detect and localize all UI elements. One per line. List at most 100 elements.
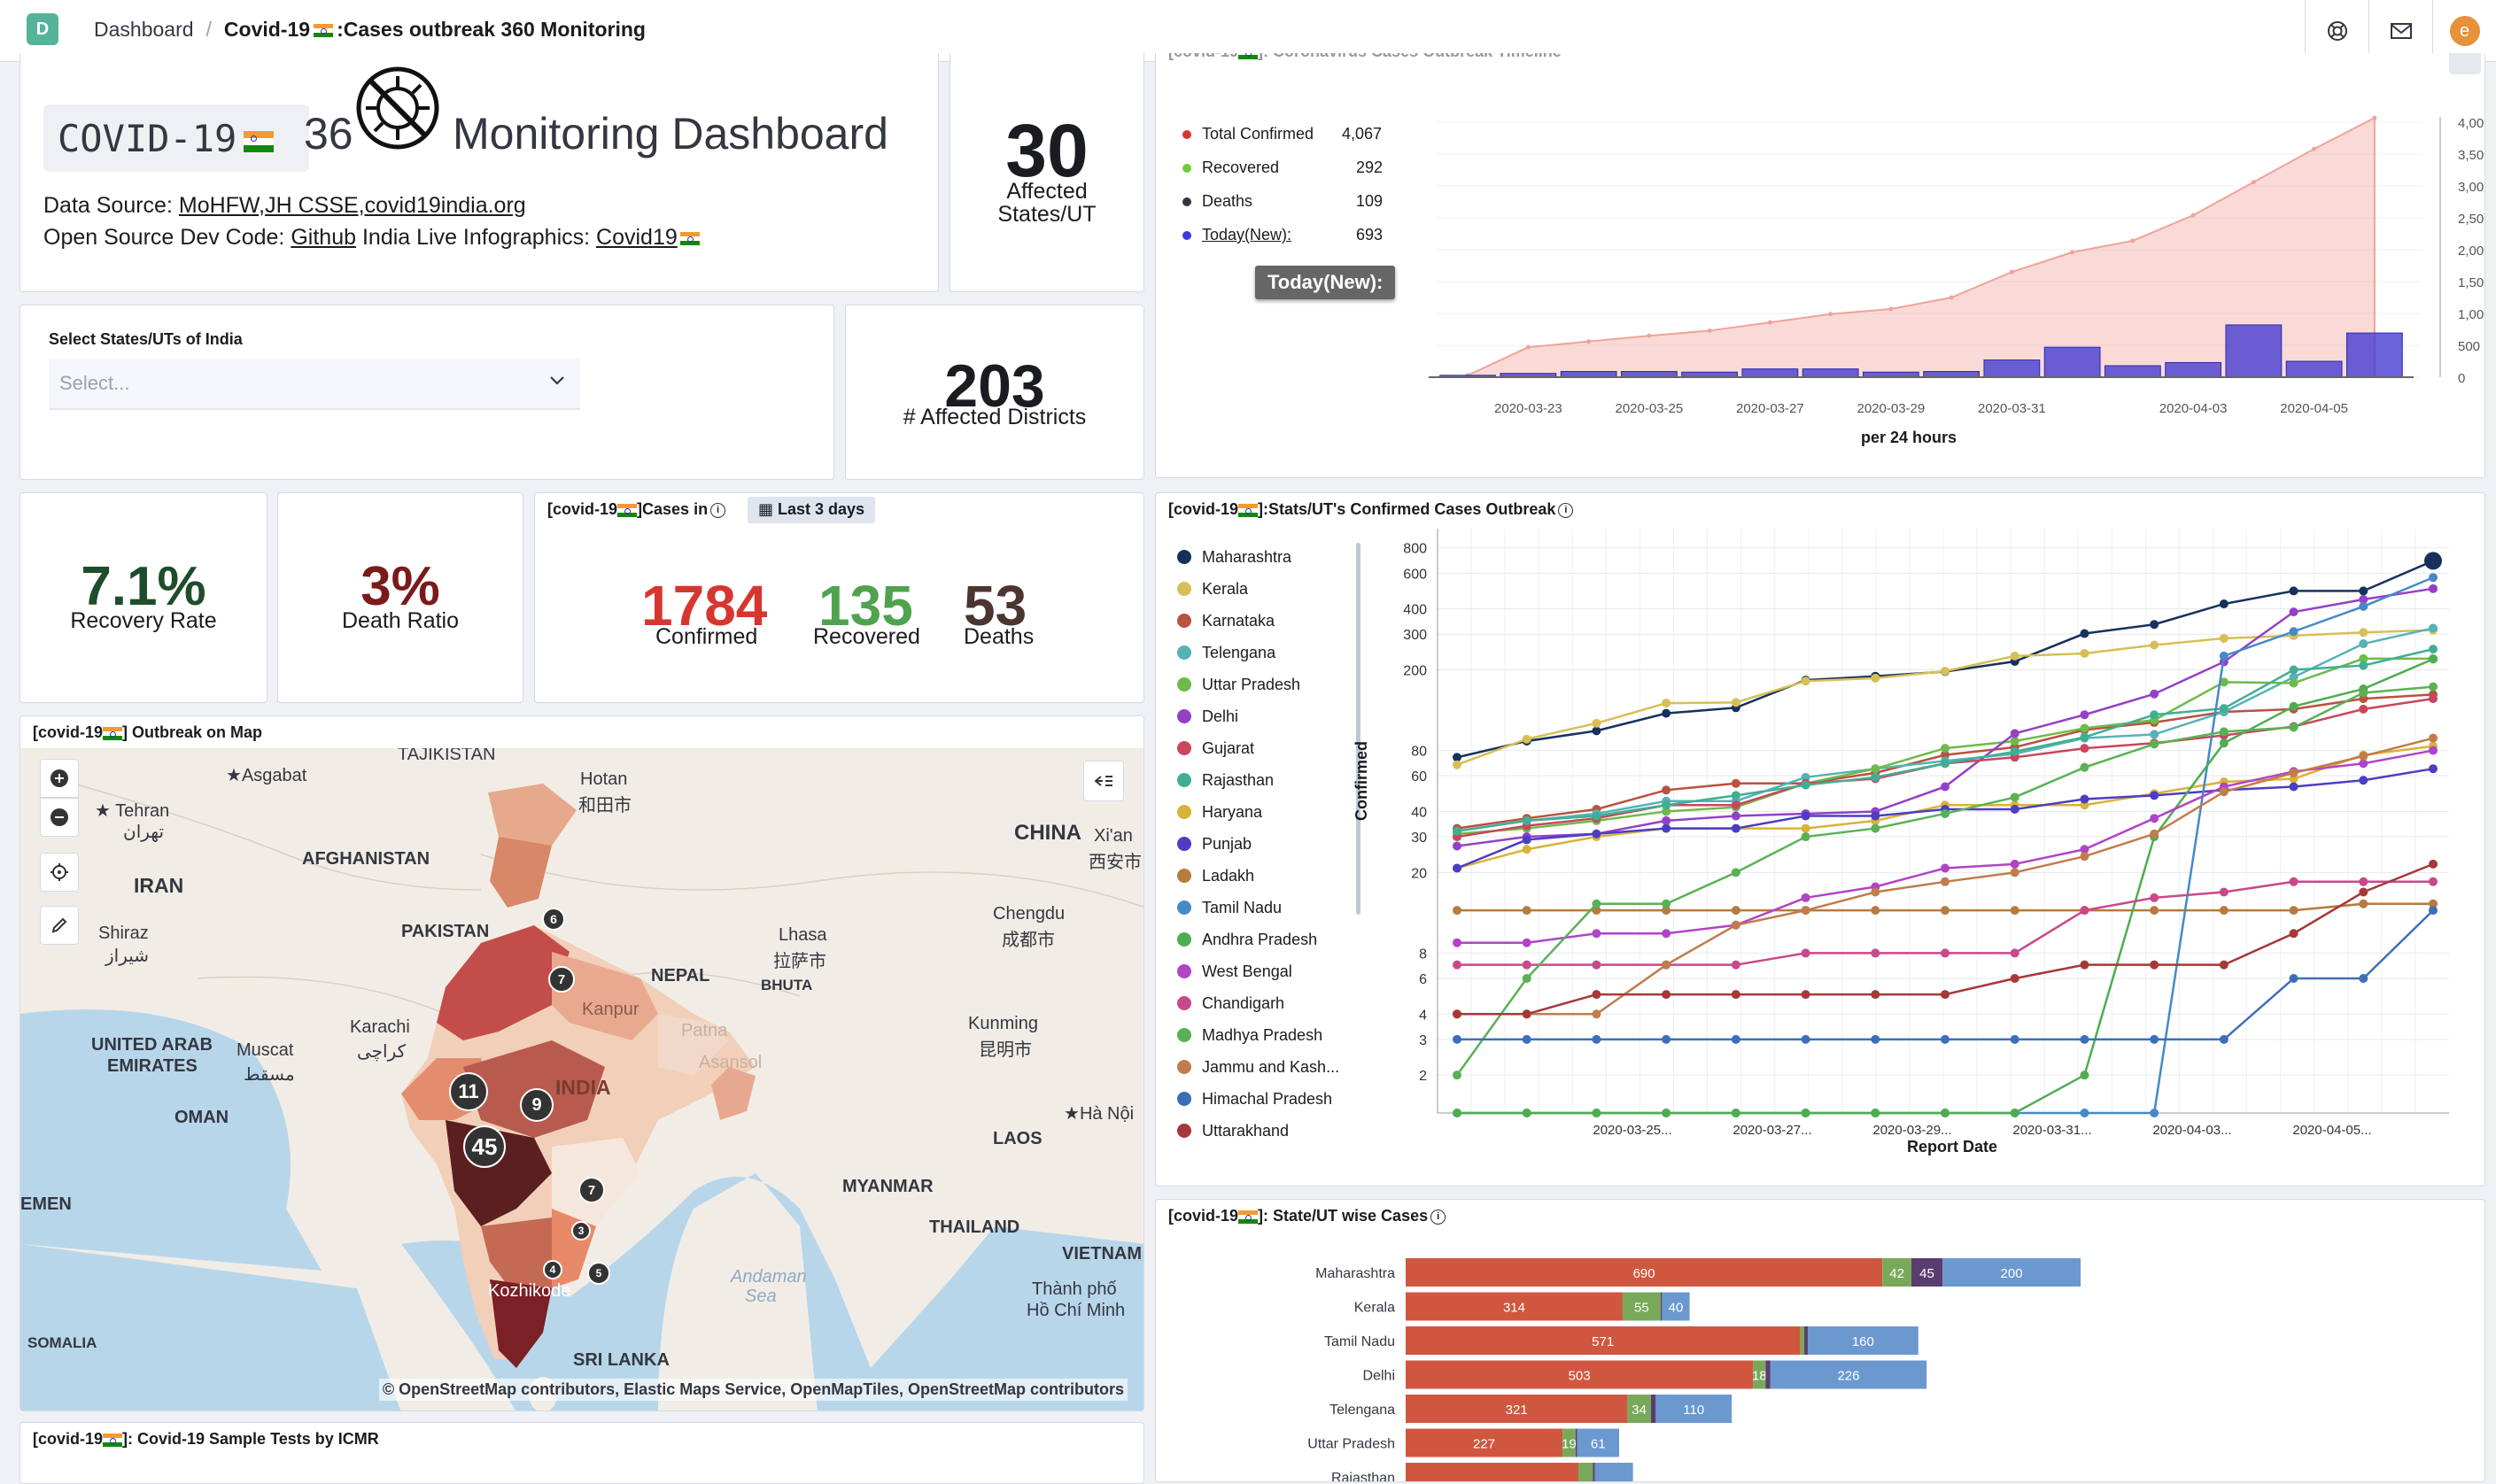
total-confirmed-point <box>1586 339 1592 344</box>
series-point <box>1453 760 1461 769</box>
map-label-tajikistan: TAJIKISTAN <box>398 748 496 764</box>
state-select-combobox[interactable]: Select... <box>49 359 580 410</box>
x-tick-label: 2020-03-25... <box>1593 1123 1671 1138</box>
series-point <box>2359 899 2368 908</box>
map-cluster[interactable]: 9 <box>520 1088 554 1122</box>
series-point <box>1871 811 1880 821</box>
series-point <box>1592 829 1601 839</box>
map-label-xian-cn: 西安市 <box>1089 853 1142 872</box>
series-point <box>1522 906 1531 916</box>
draw-tool-button[interactable] <box>40 906 79 945</box>
today-new-bar <box>2043 346 2101 378</box>
zoom-out-button[interactable] <box>40 798 79 837</box>
series-point <box>1592 718 1601 728</box>
series-point <box>2359 704 2368 714</box>
series-point <box>2150 814 2159 823</box>
series-point <box>1871 772 1880 782</box>
map-cluster[interactable]: 6 <box>542 908 565 931</box>
today-new-bar <box>1741 368 1799 378</box>
y-tick-label: 2 <box>1419 1069 1427 1084</box>
map-canvas[interactable]: TAJIKISTAN ★Asgabat ★ Tehran تهران Hotan… <box>20 748 1143 1411</box>
map-label-uae2: EMIRATES <box>107 1056 198 1076</box>
series-point <box>1801 1109 1810 1117</box>
x-tick-label: 2020-03-27 <box>1736 401 1804 416</box>
covid19-link[interactable]: Covid19 <box>596 225 700 250</box>
bar-value-label: 34 <box>1632 1403 1647 1418</box>
map-label-uae1: UNITED ARAB <box>91 1035 213 1055</box>
series-point <box>1801 990 1810 1000</box>
series-point <box>1522 973 1531 983</box>
y-tick-label: 4 <box>1419 1008 1427 1023</box>
series-point <box>1592 811 1601 821</box>
series-point <box>1801 906 1810 916</box>
series-point <box>1941 744 1950 754</box>
series-point <box>1592 726 1601 736</box>
series-point <box>2219 787 2229 797</box>
map-cluster[interactable]: 11 <box>449 1072 488 1111</box>
zoom-in-button[interactable] <box>40 759 79 798</box>
series-point <box>2010 906 2019 916</box>
death-ratio-panel: 3% Death Ratio <box>277 492 523 703</box>
series-point <box>2359 628 2368 638</box>
map-cluster[interactable]: 7 <box>578 1177 605 1203</box>
series-point <box>2289 607 2298 617</box>
github-link[interactable]: Github <box>291 225 356 250</box>
series-point <box>1592 1034 1601 1044</box>
series-point <box>1801 948 1810 958</box>
series-point <box>2150 960 2159 970</box>
series-point <box>1941 877 1950 886</box>
panel-title: [covid-19]Cases in i <box>547 500 726 519</box>
series-point <box>1453 1009 1461 1019</box>
series-point <box>1731 811 1740 821</box>
series-point <box>1871 1034 1880 1044</box>
y-tick-label: 800 <box>1403 542 1427 557</box>
series-point <box>1453 1070 1461 1080</box>
bar-segment <box>1594 1463 1633 1481</box>
bar-segment <box>1660 1292 1663 1321</box>
series-point <box>1801 893 1810 902</box>
map-label-nepal: NEPAL <box>651 966 710 985</box>
series-point <box>2289 877 2298 886</box>
map-cluster[interactable]: 5 <box>587 1262 610 1285</box>
series-point <box>1592 960 1601 970</box>
header-title: Monitoring Dashboard <box>453 109 888 158</box>
map-cluster[interactable]: 3 <box>571 1221 591 1241</box>
series-point <box>1522 1009 1531 1019</box>
bar-value-label: 40 <box>1669 1301 1684 1316</box>
map-cluster[interactable]: 45 <box>463 1125 506 1168</box>
y-tick-label: 2,000 <box>2458 243 2485 259</box>
y-tick-label: 300 <box>1403 628 1427 643</box>
series-point <box>1592 1009 1601 1019</box>
series-point <box>2289 701 2298 711</box>
death-ratio-label: Death Ratio <box>341 608 460 633</box>
series-point <box>1871 823 1880 833</box>
map-cluster[interactable]: 7 <box>548 966 575 993</box>
series-point <box>2359 776 2368 785</box>
series-point <box>2080 1070 2089 1080</box>
series-point <box>2219 599 2229 609</box>
breadcrumb-dashboard[interactable]: Dashboard <box>94 18 194 42</box>
y-tick-label: 8 <box>1419 947 1427 962</box>
series-point <box>1871 764 1880 774</box>
series-point <box>1453 1109 1461 1117</box>
today-new-bar <box>2345 332 2403 378</box>
series-point <box>2219 1034 2229 1044</box>
timeline-xlabel: per 24 hours <box>1861 429 1957 446</box>
map-cluster[interactable]: 4 <box>543 1260 562 1279</box>
locate-button[interactable] <box>40 853 79 892</box>
app-logo[interactable]: D <box>27 13 58 45</box>
map-label-iran: IRAN <box>134 874 184 897</box>
bar-value-label: 45 <box>1919 1266 1934 1281</box>
data-source-link[interactable]: MoHFW,JH CSSE,covid19india.org <box>179 193 526 218</box>
y-tick-label: 200 <box>1403 663 1427 678</box>
series-point <box>2080 906 2089 916</box>
y-tick-label: 6 <box>1419 972 1427 987</box>
series-point <box>1592 899 1601 908</box>
time-range-badge[interactable]: ▦ Last 3 days <box>748 497 876 523</box>
y-tick-label: 2,500 <box>2458 212 2485 227</box>
info-icon: i <box>710 502 726 518</box>
series-point <box>1731 800 1740 810</box>
layers-toggle-button[interactable] <box>1083 761 1124 801</box>
logo-letter: D <box>35 19 50 39</box>
bar-value-label: 55 <box>1634 1301 1649 1316</box>
